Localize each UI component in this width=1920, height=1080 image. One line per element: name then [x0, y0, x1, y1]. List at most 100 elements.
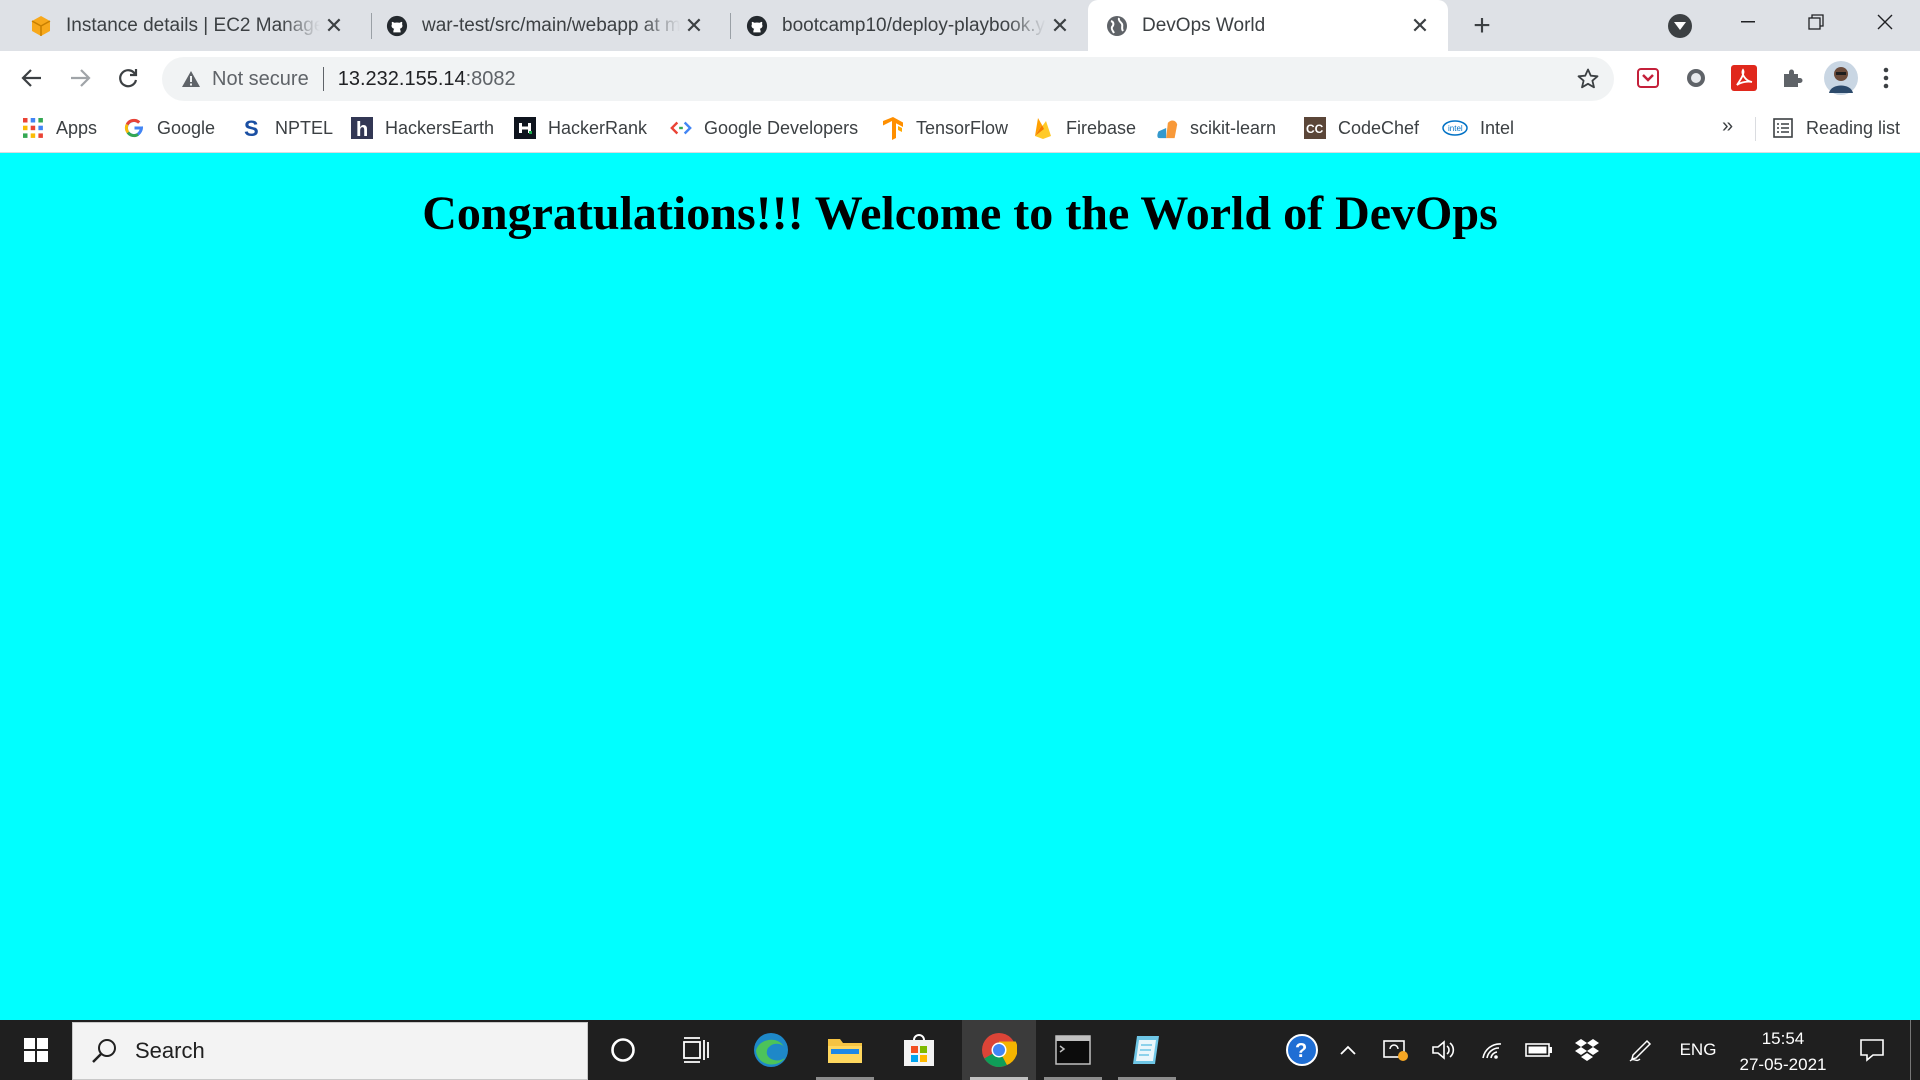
- browser-toolbar: Not secure 13.232.155.14:8082: [0, 51, 1920, 105]
- extensions-puzzle-icon[interactable]: [1778, 64, 1806, 92]
- apps-grid-icon: [22, 117, 44, 139]
- wifi-icon[interactable]: [1476, 1020, 1508, 1080]
- bookmark-label: TensorFlow: [916, 117, 1009, 138]
- bookmark-firebase[interactable]: Firebase: [1032, 105, 1136, 151]
- tab-search-icon[interactable]: [1668, 14, 1692, 38]
- bookmark-hackersearth[interactable]: h HackersEarth: [351, 105, 494, 151]
- notepad-icon: [1133, 1036, 1159, 1064]
- bookmark-codechef[interactable]: CC CodeChef: [1304, 105, 1419, 151]
- minimize-button[interactable]: [1714, 0, 1782, 44]
- sync-device-icon[interactable]: [1378, 1020, 1414, 1080]
- input-language-indicator[interactable]: ENG: [1674, 1020, 1722, 1080]
- bookmark-label: Google: [157, 117, 216, 138]
- tab-title: war-test/src/main/webapp at master: [422, 14, 680, 36]
- url-port: :8082: [465, 67, 516, 90]
- warning-icon[interactable]: [180, 68, 202, 90]
- circle-extension-icon[interactable]: [1682, 64, 1710, 92]
- back-button[interactable]: [14, 60, 50, 96]
- codechef-icon: CC: [1304, 117, 1326, 139]
- taskbar-search-box[interactable]: Search: [72, 1022, 588, 1080]
- windows-taskbar: Search ? ENG 15:54 27-05-2021: [0, 1020, 1920, 1080]
- aws-cube-icon: [30, 15, 52, 37]
- bookmark-intel[interactable]: intel Intel: [1442, 105, 1514, 151]
- bookmark-google-developers[interactable]: Google Developers: [670, 105, 858, 151]
- language-label: ENG: [1679, 1040, 1717, 1059]
- start-button[interactable]: [0, 1020, 72, 1080]
- tab-deploy-playbook[interactable]: bootcamp10/deploy-playbook.yml ✕: [720, 0, 1088, 51]
- folder-icon: [828, 1039, 862, 1063]
- google-developers-icon: [670, 117, 692, 139]
- command-prompt-icon: [1055, 1035, 1091, 1065]
- close-tab-icon[interactable]: ✕: [320, 12, 348, 40]
- show-desktop-button[interactable]: [1910, 1020, 1920, 1080]
- taskbar-file-explorer[interactable]: [808, 1020, 882, 1080]
- tab-ec2-instance-details[interactable]: Instance details | EC2 Management Consol…: [0, 0, 362, 51]
- taskbar-edge[interactable]: [734, 1020, 808, 1080]
- taskbar-microsoft-store[interactable]: [882, 1020, 956, 1080]
- menu-kebab-icon[interactable]: [1872, 64, 1900, 92]
- address-bar[interactable]: Not secure 13.232.155.14:8082: [162, 57, 1614, 101]
- hackerearth-icon: h: [351, 117, 373, 139]
- google-icon: [123, 117, 145, 139]
- show-hidden-icons-chevron-icon[interactable]: [1332, 1020, 1364, 1080]
- close-window-button[interactable]: [1850, 0, 1920, 44]
- volume-icon[interactable]: [1428, 1020, 1460, 1080]
- bookmarks-bar: Apps Google S NPTEL h HackersEarth Hacke…: [0, 105, 1920, 153]
- taskbar-terminal[interactable]: [1036, 1020, 1110, 1080]
- bookmark-google[interactable]: Google: [123, 105, 215, 151]
- help-icon[interactable]: ?: [1282, 1020, 1322, 1080]
- profile-avatar[interactable]: [1824, 61, 1858, 95]
- system-clock[interactable]: 15:54 27-05-2021: [1728, 1026, 1838, 1078]
- pocket-extension-icon[interactable]: [1634, 64, 1662, 92]
- edge-browser-icon: [754, 1033, 788, 1067]
- bookmark-label: CodeChef: [1338, 117, 1420, 138]
- security-status-label[interactable]: Not secure: [212, 68, 309, 91]
- reload-button[interactable]: [110, 60, 146, 96]
- tensorflow-icon: [882, 117, 904, 140]
- battery-icon[interactable]: [1522, 1020, 1556, 1080]
- bookmark-star-icon[interactable]: [1576, 67, 1600, 91]
- github-icon: [746, 15, 768, 37]
- close-tab-icon[interactable]: ✕: [680, 12, 708, 40]
- bookmarks-separator: [1755, 117, 1756, 141]
- reading-list-label: Reading list: [1806, 117, 1901, 138]
- action-center-icon[interactable]: [1852, 1020, 1892, 1080]
- bookmark-scikit-learn[interactable]: scikit-learn: [1156, 105, 1276, 151]
- bookmark-label: NPTEL: [275, 117, 334, 138]
- svg-text:?: ?: [1295, 1040, 1307, 1062]
- acrobat-extension-icon[interactable]: [1730, 64, 1758, 92]
- close-tab-icon[interactable]: ✕: [1406, 12, 1434, 40]
- restore-button[interactable]: [1782, 0, 1850, 44]
- taskbar-chrome[interactable]: [962, 1020, 1036, 1080]
- bookmark-label: scikit-learn: [1190, 117, 1277, 138]
- search-placeholder: Search: [135, 1038, 205, 1063]
- reading-list-button[interactable]: Reading list: [1772, 105, 1900, 151]
- clock-time: 15:54: [1761, 1029, 1805, 1048]
- pen-ink-icon[interactable]: [1624, 1020, 1658, 1080]
- taskbar-notepad-app[interactable]: [1110, 1020, 1184, 1080]
- nptel-icon: S: [241, 117, 263, 139]
- tab-strip: Instance details | EC2 Management Consol…: [0, 0, 1920, 51]
- bookmark-apps[interactable]: Apps: [22, 105, 97, 151]
- bookmark-nptel[interactable]: S NPTEL: [241, 105, 333, 151]
- tab-devops-world[interactable]: DevOps World ✕: [1088, 0, 1448, 51]
- close-tab-icon[interactable]: ✕: [1046, 12, 1074, 40]
- bookmark-tensorflow[interactable]: TensorFlow: [882, 105, 1008, 151]
- svg-text:CC: CC: [1306, 122, 1324, 136]
- tab-title: Instance details | EC2 Management Consol…: [66, 14, 320, 36]
- bookmarks-overflow-button[interactable]: »: [1722, 115, 1733, 138]
- new-tab-button[interactable]: +: [1466, 9, 1498, 42]
- bookmark-hackerrank[interactable]: HackerRank: [514, 105, 647, 151]
- dropbox-icon[interactable]: [1570, 1020, 1604, 1080]
- tab-title: bootcamp10/deploy-playbook.yml: [782, 14, 1046, 36]
- store-bag-icon: [904, 1034, 934, 1066]
- cortana-button[interactable]: [586, 1020, 660, 1080]
- svg-text:intel: intel: [1448, 124, 1463, 133]
- page-content: Congratulations!!! Welcome to the World …: [0, 154, 1920, 1020]
- forward-button[interactable]: [62, 60, 98, 96]
- omnibox-divider: [322, 67, 324, 91]
- tab-war-test-webapp[interactable]: war-test/src/main/webapp at master ✕: [360, 0, 722, 51]
- task-view-button[interactable]: [660, 1020, 734, 1080]
- url-host: 13.232.155.14: [337, 67, 466, 90]
- task-view-icon: [683, 1037, 709, 1063]
